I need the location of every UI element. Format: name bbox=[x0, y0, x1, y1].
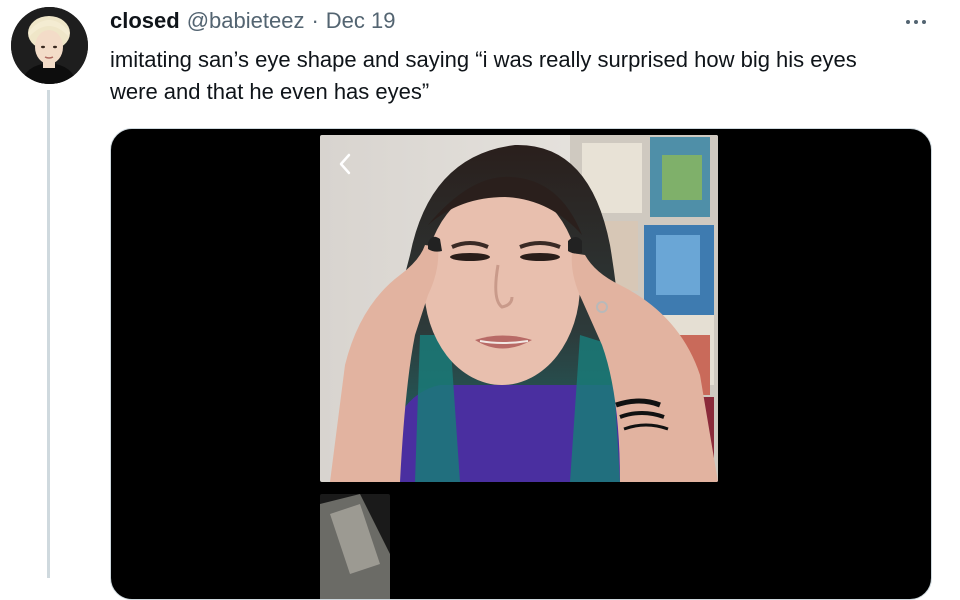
tweet-text: imitating san’s eye shape and saying “i … bbox=[110, 47, 857, 104]
chevron-left-icon[interactable] bbox=[334, 151, 356, 177]
tweet-date[interactable]: Dec 19 bbox=[326, 8, 396, 34]
video-frame[interactable] bbox=[320, 135, 718, 482]
avatar-image bbox=[11, 7, 88, 84]
more-dot bbox=[906, 20, 910, 24]
display-name[interactable]: closed bbox=[110, 8, 180, 34]
video-frame-secondary bbox=[320, 494, 390, 599]
tweet-media[interactable] bbox=[110, 128, 932, 600]
more-dot bbox=[922, 20, 926, 24]
more-dot bbox=[914, 20, 918, 24]
separator-dot: · bbox=[311, 8, 319, 33]
user-handle[interactable]: @babieteez bbox=[187, 8, 305, 34]
tweet-header: closed @babieteez · Dec 19 bbox=[110, 8, 396, 36]
avatar[interactable] bbox=[11, 7, 88, 84]
thread-line bbox=[47, 90, 50, 578]
more-options-icon[interactable] bbox=[896, 10, 936, 34]
video-still bbox=[320, 135, 718, 482]
